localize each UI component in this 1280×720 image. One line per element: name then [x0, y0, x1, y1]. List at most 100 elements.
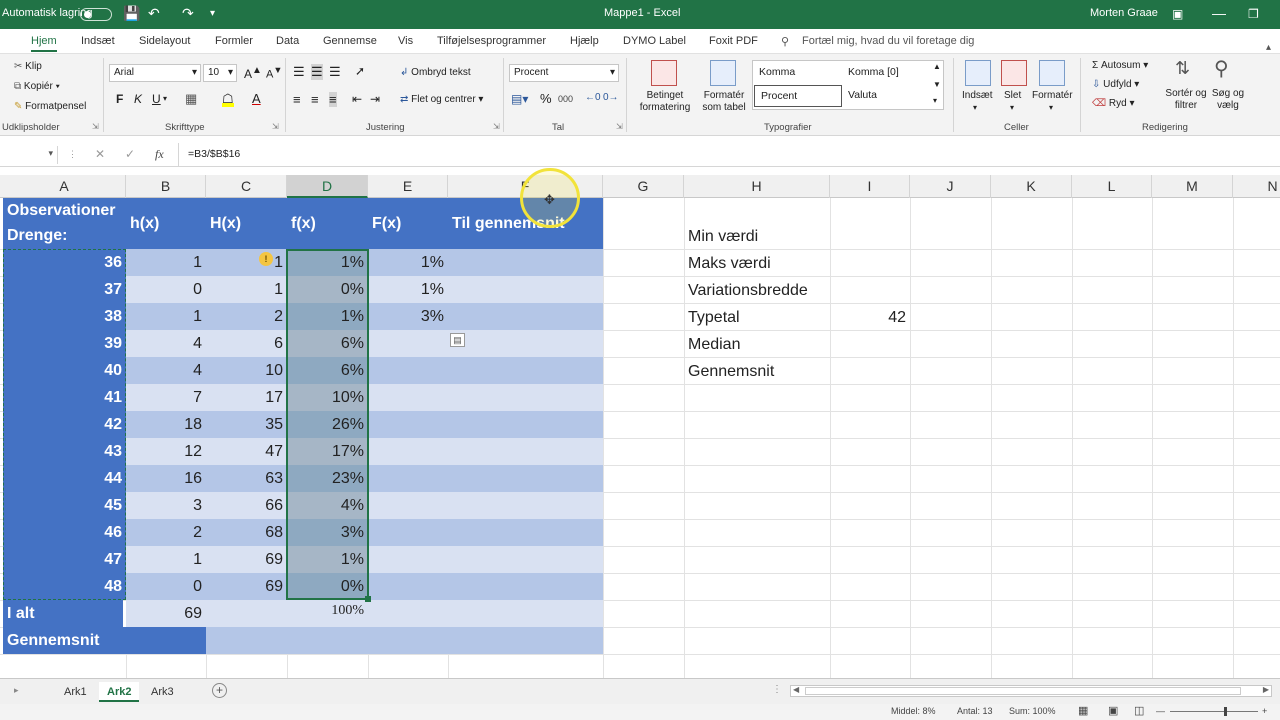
align-bottom-icon[interactable]: ☰ — [329, 64, 341, 80]
insert-function-button[interactable]: fx — [155, 147, 164, 162]
total-label[interactable]: I alt — [3, 600, 123, 627]
align-middle-icon[interactable]: ☰ — [311, 64, 323, 80]
cell-F[interactable] — [368, 357, 448, 384]
cell-H[interactable]: 35 — [206, 411, 287, 438]
scroll-left-icon[interactable]: ▸ — [14, 685, 19, 696]
cell-mean[interactable] — [448, 465, 603, 492]
cell-H[interactable]: 66 — [206, 492, 287, 519]
sheet-tab-ark1[interactable]: Ark1 — [56, 682, 95, 702]
borders-icon[interactable]: ▦ — [185, 91, 197, 107]
decrease-indent-icon[interactable]: ⇤ — [352, 92, 362, 106]
column-header-n[interactable]: N — [1233, 175, 1280, 198]
shrink-font-icon[interactable]: A▼ — [266, 65, 282, 81]
zoom-out-icon[interactable]: — — [1156, 706, 1165, 716]
copy-button[interactable]: ⧉ Kopiér ▾ — [14, 81, 60, 92]
column-header-k[interactable]: K — [991, 175, 1072, 198]
accounting-format-icon[interactable]: ▤▾ — [511, 92, 528, 106]
cell-mean[interactable] — [448, 492, 603, 519]
cell-H[interactable]: 63 — [206, 465, 287, 492]
scrollbar-thumb[interactable] — [805, 687, 1241, 695]
tab-data[interactable]: Data — [276, 35, 299, 47]
stat-label[interactable]: Median — [684, 331, 830, 358]
scroll-left-icon[interactable]: ◀ — [793, 685, 799, 694]
column-header-i[interactable]: I — [830, 175, 910, 198]
total-H[interactable] — [206, 600, 287, 627]
tab-hjem[interactable]: Hjem — [31, 35, 57, 52]
cell-H[interactable]: 1 — [206, 276, 287, 303]
format-as-table-button[interactable]: Formatér som tabel — [697, 90, 751, 114]
align-left-icon[interactable]: ≡ — [293, 92, 301, 107]
cell-F[interactable] — [368, 519, 448, 546]
paste-options-icon[interactable]: ▤ — [450, 333, 465, 347]
cell-F[interactable]: 3% — [368, 303, 448, 330]
column-header-d[interactable]: D — [287, 175, 368, 198]
cell-mean[interactable] — [448, 546, 603, 573]
style-procent[interactable]: Procent — [754, 85, 842, 107]
column-header-m[interactable]: M — [1152, 175, 1233, 198]
number-launcher-icon[interactable]: ⇲ — [616, 122, 623, 131]
stat-value[interactable] — [830, 358, 910, 385]
tab-tilfoejelser[interactable]: Tilføjelsesprogrammer — [437, 35, 546, 47]
cancel-icon[interactable]: ✕ — [95, 147, 105, 161]
align-top-icon[interactable]: ☰ — [293, 64, 305, 80]
save-icon[interactable]: 💾 — [123, 5, 140, 22]
align-right-icon[interactable]: ≡ — [329, 92, 337, 107]
tab-foxit[interactable]: Foxit PDF — [709, 35, 758, 47]
clear-button[interactable]: ⌫ Ryd ▾ — [1092, 98, 1135, 109]
bold-button[interactable]: F — [116, 92, 123, 106]
cell-h[interactable]: 18 — [126, 411, 206, 438]
cell-mean[interactable] — [448, 573, 603, 600]
cell-F[interactable]: 1% — [368, 249, 448, 276]
cell-h[interactable]: 7 — [126, 384, 206, 411]
cell-F[interactable] — [368, 330, 448, 357]
name-box[interactable]: ▾ — [0, 146, 58, 164]
header-observationer[interactable]: Observationer — [3, 198, 119, 223]
column-header-c[interactable]: C — [206, 175, 287, 198]
style-komma-0[interactable]: Komma [0] — [842, 62, 905, 84]
cell-h[interactable]: 16 — [126, 465, 206, 492]
cell-mean[interactable] — [448, 384, 603, 411]
decrease-decimal-icon[interactable]: 0→ — [603, 92, 619, 103]
column-header-j[interactable]: J — [910, 175, 991, 198]
cell-h[interactable]: 2 — [126, 519, 206, 546]
column-header-b[interactable]: B — [126, 175, 206, 198]
column-header-l[interactable]: L — [1072, 175, 1152, 198]
format-cells-button[interactable]: Formatér — [1032, 90, 1073, 101]
format-painter-button[interactable]: ✎ Formatpensel — [14, 101, 86, 112]
header-Hx[interactable]: H(x) — [206, 210, 245, 237]
stat-value[interactable] — [830, 331, 910, 358]
header-Fx[interactable]: F(x) — [368, 210, 405, 237]
italic-button[interactable]: K — [134, 92, 142, 106]
chevron-down-icon[interactable]: ▾ — [1049, 103, 1053, 112]
cell-F[interactable] — [368, 384, 448, 411]
chevron-down-icon[interactable]: ▾ — [1010, 103, 1014, 112]
style-valuta[interactable]: Valuta — [842, 85, 883, 107]
clipboard-launcher-icon[interactable]: ⇲ — [92, 122, 99, 131]
cell-h[interactable]: 0 — [126, 573, 206, 600]
add-sheet-icon[interactable]: + — [212, 683, 227, 698]
font-name-select[interactable]: Arial ▾ — [109, 64, 201, 82]
enter-icon[interactable]: ✓ — [125, 147, 135, 161]
collapse-ribbon-icon[interactable]: ▴ — [1266, 42, 1271, 53]
cell-F[interactable]: 1% — [368, 276, 448, 303]
conditional-formatting-button[interactable]: Betinget formatering — [634, 90, 696, 114]
total-f[interactable]: 100% — [287, 600, 368, 627]
cell-F[interactable] — [368, 438, 448, 465]
cell-F[interactable] — [368, 573, 448, 600]
tell-me-input[interactable]: Fortæl mig, hvad du vil foretage dig — [802, 35, 974, 47]
tab-gennemse[interactable]: Gennemse — [323, 35, 377, 47]
page-break-icon[interactable]: ◫ — [1134, 704, 1144, 717]
cell-mean[interactable] — [448, 249, 603, 276]
header-hx[interactable]: h(x) — [126, 210, 163, 237]
ribbon-display-icon[interactable]: ▣ — [1172, 7, 1183, 21]
error-warning-icon[interactable]: ! — [259, 252, 273, 266]
total-h[interactable]: 69 — [126, 600, 206, 627]
stat-label[interactable]: Min værdi — [684, 223, 830, 250]
cell-h[interactable]: 4 — [126, 330, 206, 357]
zoom-in-icon[interactable]: + — [1262, 706, 1267, 716]
stat-value[interactable]: 42 — [830, 304, 910, 331]
cell-H[interactable]: 69 — [206, 546, 287, 573]
zoom-slider[interactable] — [1170, 711, 1258, 712]
stat-value[interactable] — [830, 277, 910, 304]
increase-indent-icon[interactable]: ⇥ — [370, 92, 380, 106]
